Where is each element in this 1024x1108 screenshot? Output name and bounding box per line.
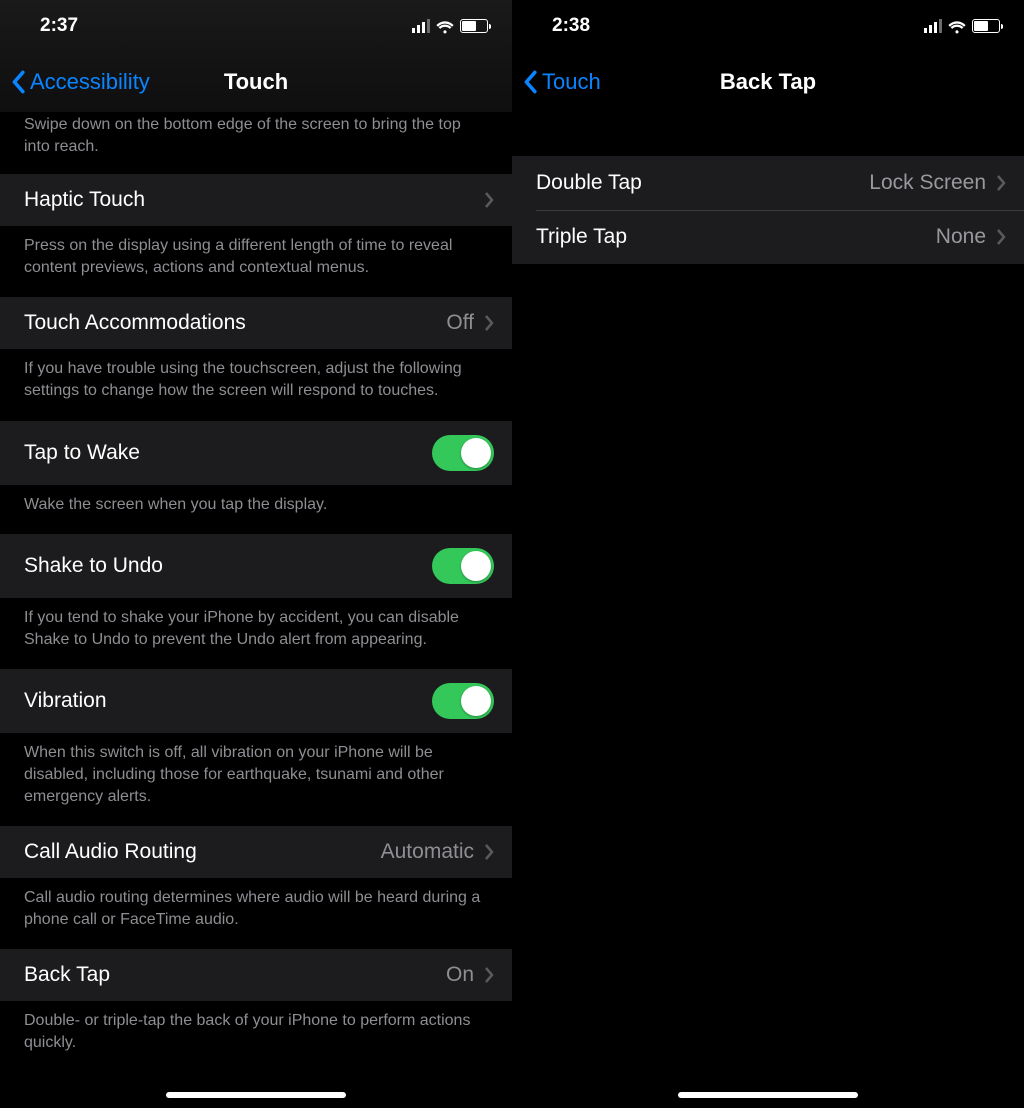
- tap-to-wake-footer: Wake the screen when you tap the display…: [0, 486, 512, 534]
- triple-tap-value: None: [936, 225, 986, 249]
- reachability-footer: Swipe down on the bottom edge of the scr…: [0, 112, 512, 173]
- call-audio-routing-value: Automatic: [381, 840, 474, 864]
- touch-accommodations-label: Touch Accommodations: [24, 311, 246, 335]
- vibration-footer: When this switch is off, all vibration o…: [0, 734, 512, 825]
- chevron-left-icon: [10, 70, 26, 94]
- status-icons: [924, 19, 1000, 33]
- haptic-touch-label: Haptic Touch: [24, 188, 145, 212]
- call-audio-routing-label: Call Audio Routing: [24, 840, 197, 864]
- status-icons: [412, 19, 488, 33]
- tap-to-wake-toggle[interactable]: [432, 435, 494, 471]
- nav-back-label: Accessibility: [30, 69, 150, 95]
- double-tap-row[interactable]: Double Tap Lock Screen: [512, 156, 1024, 210]
- nav-back-label: Touch: [542, 69, 601, 95]
- vibration-label: Vibration: [24, 689, 107, 713]
- chevron-right-icon: [996, 174, 1006, 192]
- call-audio-routing-footer: Call audio routing determines where audi…: [0, 879, 512, 948]
- settings-content[interactable]: Double Tap Lock Screen Triple Tap None: [512, 112, 1024, 1108]
- home-indicator[interactable]: [678, 1092, 858, 1098]
- touch-accommodations-value: Off: [446, 311, 474, 335]
- status-time: 2:38: [552, 15, 590, 37]
- chevron-left-icon: [522, 70, 538, 94]
- back-tap-options-group: Double Tap Lock Screen Triple Tap None: [512, 156, 1024, 264]
- shake-to-undo-footer: If you tend to shake your iPhone by acci…: [0, 599, 512, 668]
- double-tap-label: Double Tap: [536, 171, 642, 195]
- shake-to-undo-row[interactable]: Shake to Undo: [0, 533, 512, 599]
- back-tap-value: On: [446, 963, 474, 987]
- touch-accommodations-footer: If you have trouble using the touchscree…: [0, 350, 512, 419]
- haptic-touch-footer: Press on the display using a different l…: [0, 227, 512, 296]
- status-time: 2:37: [40, 15, 78, 37]
- haptic-touch-row[interactable]: Haptic Touch: [0, 173, 512, 227]
- touch-accommodations-row[interactable]: Touch Accommodations Off: [0, 296, 512, 350]
- battery-icon: [460, 19, 488, 33]
- cellular-signal-icon: [412, 19, 430, 33]
- nav-bar: Touch Back Tap: [512, 52, 1024, 112]
- back-tap-footer: Double- or triple-tap the back of your i…: [0, 1002, 512, 1071]
- call-audio-routing-row[interactable]: Call Audio Routing Automatic: [0, 825, 512, 879]
- tap-to-wake-row[interactable]: Tap to Wake: [0, 420, 512, 486]
- chevron-right-icon: [484, 966, 494, 984]
- home-indicator[interactable]: [166, 1092, 346, 1098]
- chevron-right-icon: [996, 228, 1006, 246]
- phone-touch-settings: 2:37 Accessibility Touch Swipe down on t…: [0, 0, 512, 1108]
- back-tap-label: Back Tap: [24, 963, 110, 987]
- back-tap-row[interactable]: Back Tap On: [0, 948, 512, 1002]
- double-tap-value: Lock Screen: [869, 171, 986, 195]
- status-bar: 2:37: [0, 0, 512, 52]
- chevron-right-icon: [484, 191, 494, 209]
- wifi-icon: [948, 19, 966, 33]
- cellular-signal-icon: [924, 19, 942, 33]
- status-bar: 2:38: [512, 0, 1024, 52]
- tap-to-wake-label: Tap to Wake: [24, 441, 140, 465]
- phone-back-tap-settings: 2:38 Touch Back Tap Double Tap: [512, 0, 1024, 1108]
- wifi-icon: [436, 19, 454, 33]
- triple-tap-row[interactable]: Triple Tap None: [512, 210, 1024, 264]
- shake-to-undo-toggle[interactable]: [432, 548, 494, 584]
- settings-content[interactable]: Swipe down on the bottom edge of the scr…: [0, 112, 512, 1108]
- group-spacer: [512, 112, 1024, 156]
- triple-tap-label: Triple Tap: [536, 225, 627, 249]
- vibration-toggle[interactable]: [432, 683, 494, 719]
- nav-back-button[interactable]: Accessibility: [10, 69, 150, 95]
- shake-to-undo-label: Shake to Undo: [24, 554, 163, 578]
- nav-back-button[interactable]: Touch: [522, 69, 601, 95]
- battery-icon: [972, 19, 1000, 33]
- nav-bar: Accessibility Touch: [0, 52, 512, 112]
- vibration-row[interactable]: Vibration: [0, 668, 512, 734]
- chevron-right-icon: [484, 843, 494, 861]
- chevron-right-icon: [484, 314, 494, 332]
